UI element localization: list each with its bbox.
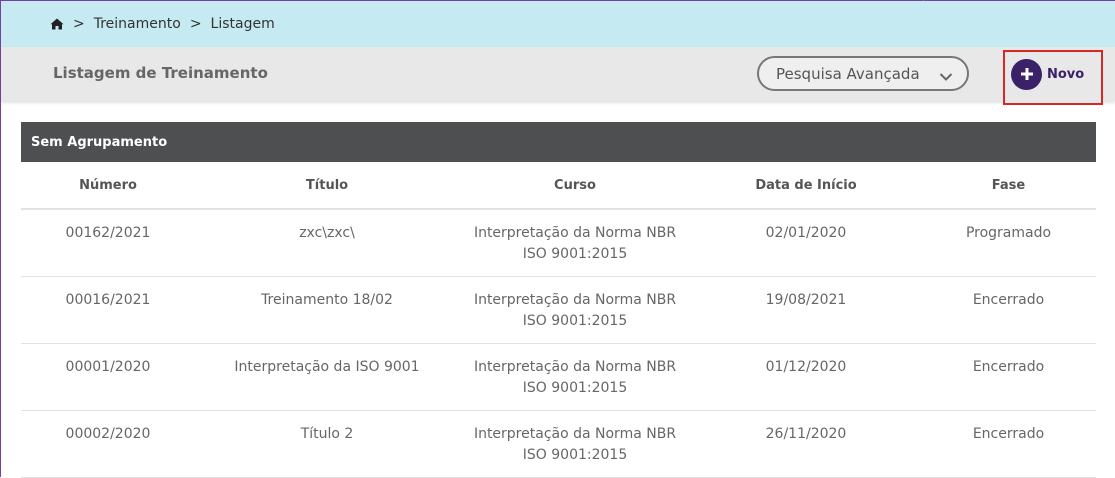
- column-header-numero[interactable]: Número: [21, 178, 195, 193]
- column-header-titulo[interactable]: Título: [195, 178, 459, 193]
- home-icon[interactable]: [50, 18, 64, 30]
- table-row[interactable]: 00001/2020 Interpretação da ISO 9001 Int…: [21, 344, 1096, 411]
- cell-curso: Interpretação da Norma NBR ISO 9001:2015: [459, 344, 691, 399]
- cell-fase: Encerrado: [972, 359, 1045, 375]
- advanced-search-label: Pesquisa Avançada: [776, 64, 920, 83]
- cell-numero: 00016/2021: [65, 292, 151, 308]
- breadcrumb-separator: >: [73, 16, 85, 32]
- group-header: Sem Agrupamento: [21, 122, 1096, 162]
- breadcrumb-item-listagem: Listagem: [210, 16, 275, 32]
- cell-data-inicio: 26/11/2020: [765, 426, 847, 442]
- column-header-data-inicio[interactable]: Data de Início: [691, 178, 921, 193]
- cell-curso-line1: Interpretação da Norma NBR: [473, 426, 677, 442]
- cell-fase: Encerrado: [972, 426, 1045, 442]
- cell-numero: 00002/2020: [65, 426, 151, 442]
- cell-numero: 00162/2021: [65, 225, 151, 241]
- cell-titulo: Treinamento 18/02: [261, 292, 393, 308]
- breadcrumb-item-treinamento[interactable]: Treinamento: [94, 16, 181, 32]
- cell-titulo: Interpretação da ISO 9001: [234, 359, 420, 375]
- table-header: Número Título Curso Data de Início Fase: [21, 162, 1096, 210]
- page-header: Listagem de Treinamento Pesquisa Avançad…: [1, 47, 1115, 105]
- page-title: Listagem de Treinamento: [53, 64, 268, 82]
- breadcrumb-separator: >: [189, 16, 202, 32]
- chevron-down-icon: [939, 68, 953, 81]
- cell-curso-line1: Interpretação da Norma NBR: [473, 225, 677, 241]
- cell-data-inicio: 02/01/2020: [765, 225, 847, 241]
- table-row[interactable]: 00016/2021 Treinamento 18/02 Interpretaç…: [21, 277, 1096, 344]
- cell-fase: Programado: [965, 225, 1052, 241]
- cell-titulo: Título 2: [300, 426, 354, 442]
- breadcrumb: > Treinamento > Listagem: [1, 1, 1115, 47]
- group-label: Sem Agrupamento: [31, 134, 168, 150]
- plus-icon: [1011, 58, 1042, 90]
- advanced-search-dropdown[interactable]: Pesquisa Avançada: [757, 56, 969, 91]
- column-header-curso[interactable]: Curso: [459, 178, 691, 193]
- table-row[interactable]: 00002/2020 Título 2 Interpretação da Nor…: [21, 411, 1096, 478]
- cell-curso-line2: ISO 9001:2015: [522, 313, 628, 329]
- cell-curso: Interpretação da Norma NBR ISO 9001:2015: [459, 277, 691, 332]
- cell-curso-line1: Interpretação da Norma NBR: [473, 359, 677, 375]
- cell-titulo: zxc\zxc\: [299, 225, 355, 241]
- cell-curso-line2: ISO 9001:2015: [522, 380, 628, 396]
- new-button-label: Novo: [1047, 66, 1085, 82]
- column-header-fase[interactable]: Fase: [921, 178, 1096, 193]
- new-button[interactable]: Novo: [1011, 58, 1084, 90]
- cell-curso: Interpretação da Norma NBR ISO 9001:2015: [459, 411, 691, 466]
- cell-numero: 00001/2020: [65, 359, 151, 375]
- cell-data-inicio: 19/08/2021: [765, 292, 847, 308]
- cell-curso: Interpretação da Norma NBR ISO 9001:2015: [459, 210, 691, 265]
- cell-fase: Encerrado: [972, 292, 1045, 308]
- cell-curso-line2: ISO 9001:2015: [522, 246, 628, 262]
- training-table: Número Título Curso Data de Início Fase …: [21, 162, 1096, 478]
- table-row[interactable]: 00162/2021 zxc\zxc\ Interpretação da Nor…: [21, 210, 1096, 277]
- cell-curso-line2: ISO 9001:2015: [522, 447, 628, 463]
- cell-curso-line1: Interpretação da Norma NBR: [473, 292, 677, 308]
- cell-data-inicio: 01/12/2020: [765, 359, 847, 375]
